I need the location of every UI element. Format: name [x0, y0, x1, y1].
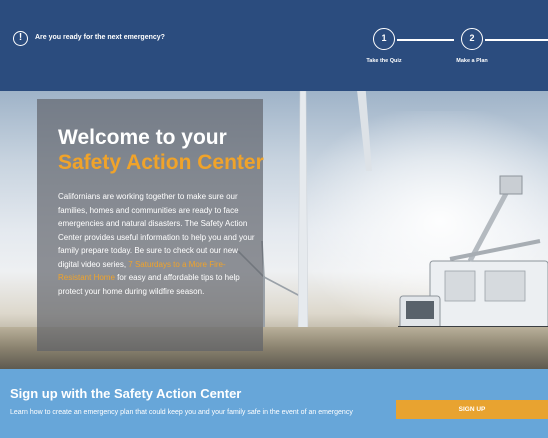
top-bar: ! Are you ready for the next emergency? … — [0, 0, 548, 91]
emergency-prompt: Are you ready for the next emergency? — [35, 34, 165, 41]
signup-title: Sign up with the Safety Action Center — [10, 386, 242, 401]
alert-icon: ! — [13, 31, 28, 46]
step-connector — [397, 39, 454, 41]
step-1-label[interactable]: Take the Quiz — [366, 58, 401, 64]
signup-description: Learn how to create an emergency plan th… — [10, 409, 353, 416]
welcome-body: Californians are working together to mak… — [58, 190, 258, 298]
step-1-take-quiz[interactable]: 1 — [373, 28, 395, 50]
signup-banner: Sign up with the Safety Action Center Le… — [0, 369, 548, 438]
welcome-title: Welcome to your — [58, 126, 227, 149]
sign-up-button[interactable]: SIGN UP — [396, 400, 548, 419]
welcome-panel: Welcome to your Safety Action Center Cal… — [37, 99, 264, 351]
step-2-make-plan[interactable]: 2 — [461, 28, 483, 50]
welcome-subtitle: Safety Action Center — [58, 151, 264, 174]
hero-banner: Welcome to your Safety Action Center Cal… — [0, 91, 548, 369]
welcome-body-text: Californians are working together to mak… — [58, 192, 255, 269]
step-connector — [485, 39, 548, 41]
step-2-label[interactable]: Make a Plan — [456, 58, 488, 64]
